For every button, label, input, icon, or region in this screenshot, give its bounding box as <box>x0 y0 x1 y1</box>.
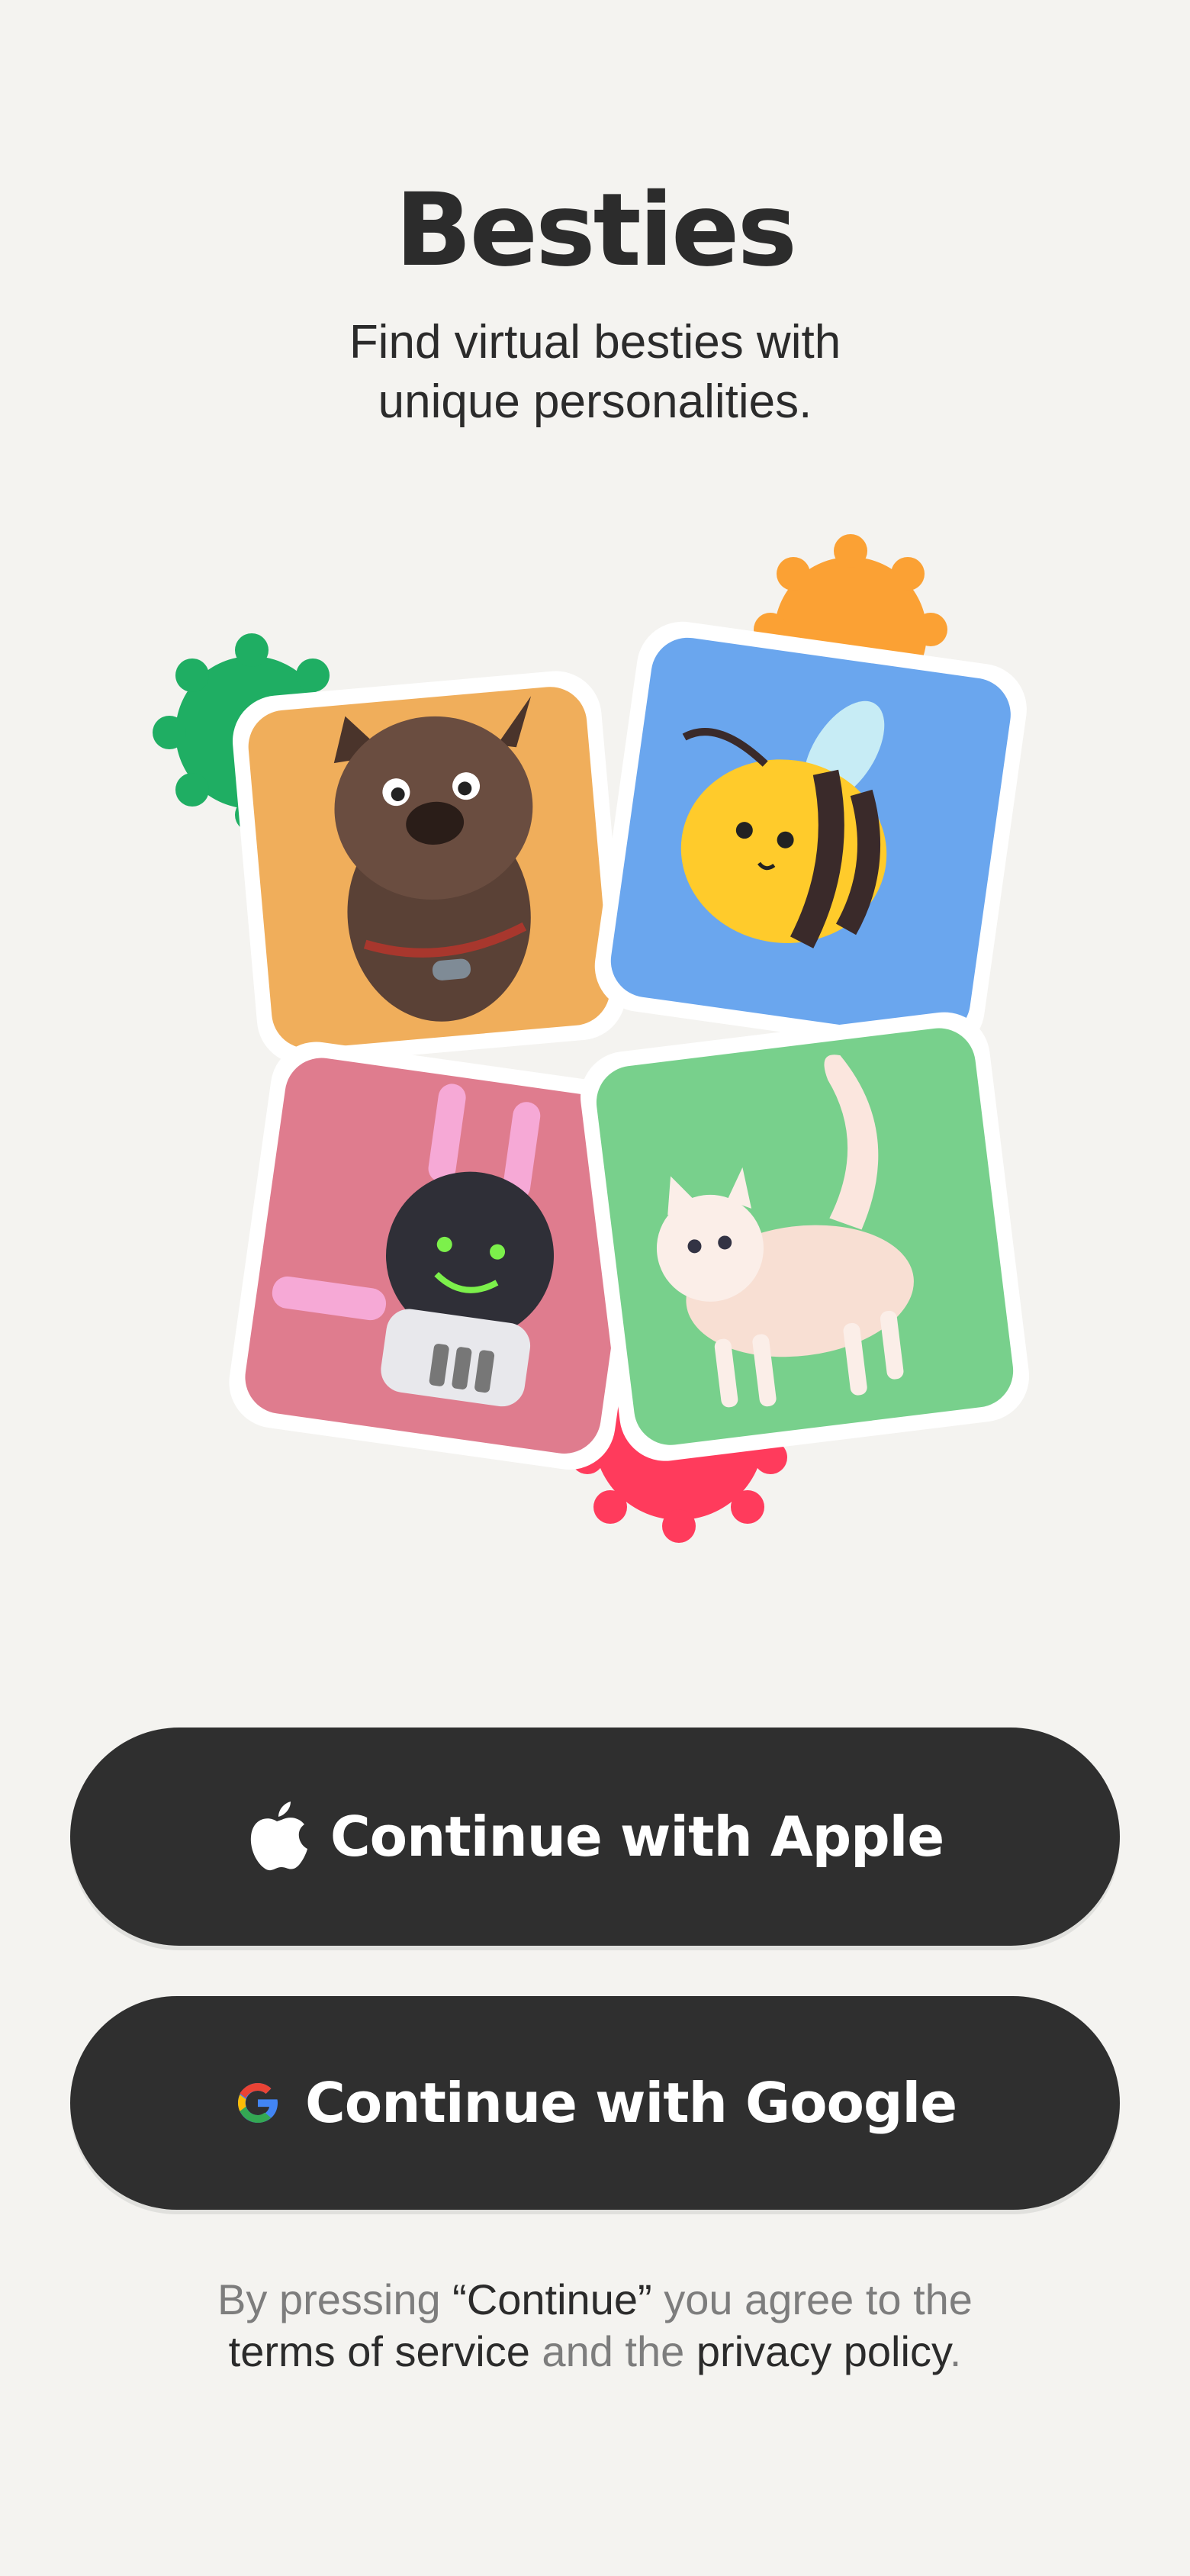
dog-character-card[interactable] <box>229 668 629 1068</box>
legal-continue-quote: “Continue” <box>452 2275 652 2323</box>
continue-with-apple-button[interactable]: Continue with Apple <box>70 1728 1120 1946</box>
legal-period: . <box>949 2327 962 2375</box>
subtitle-line-2: unique personalities. <box>378 375 812 428</box>
bee-character-card[interactable] <box>589 616 1033 1060</box>
legal-and-the: and the <box>529 2327 696 2375</box>
app-subtitle: Find virtual besties with unique persona… <box>0 313 1190 432</box>
google-button-label: Continue with Google <box>304 2071 957 2135</box>
subtitle-line-1: Find virtual besties with <box>349 316 841 369</box>
apple-icon <box>246 1800 307 1873</box>
cat-character-card[interactable] <box>575 1007 1034 1467</box>
privacy-policy-link[interactable]: privacy policy <box>696 2327 950 2375</box>
legal-notice: By pressing “Continue” you agree to the … <box>0 2274 1190 2378</box>
app-title: Besties <box>394 172 797 289</box>
legal-middle: you agree to the <box>651 2275 973 2323</box>
terms-of-service-link[interactable]: terms of service <box>229 2327 530 2375</box>
google-icon <box>233 2079 282 2127</box>
continue-with-google-button[interactable]: Continue with Google <box>70 1996 1120 2210</box>
apple-button-label: Continue with Apple <box>330 1805 944 1869</box>
legal-prefix: By pressing <box>217 2275 453 2323</box>
